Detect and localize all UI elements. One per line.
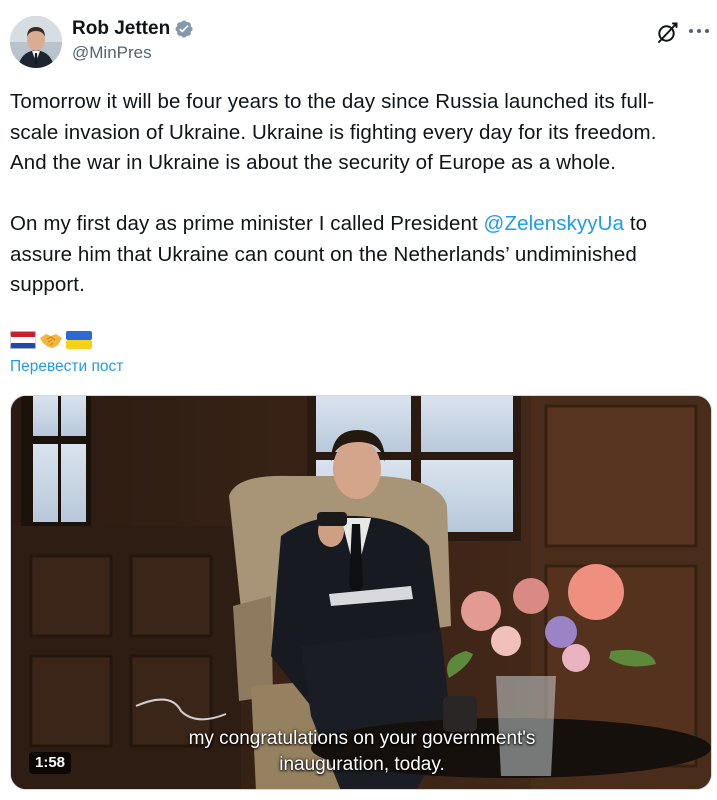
post-text-segment: to <box>624 212 648 235</box>
handshake-icon <box>40 334 62 348</box>
post-text-line: scale invasion of Ukraine. Ukraine is fi… <box>10 120 657 144</box>
grok-icon[interactable] <box>655 21 679 45</box>
video-duration-badge: 1:58 <box>29 752 72 774</box>
verified-badge-icon[interactable] <box>174 19 194 39</box>
author-handle[interactable]: @MinPres <box>72 42 194 64</box>
video-subtitle: my congratulations on your government's <box>188 728 536 749</box>
post-text-line: support. <box>10 273 85 296</box>
flag-ukraine-icon <box>66 331 92 349</box>
post-text-line: And the war in Ukraine is about the secu… <box>10 151 616 174</box>
video-player[interactable]: my congratulations on your government's … <box>10 395 712 790</box>
post-text-line: Tomorrow it will be four years to the da… <box>10 90 655 113</box>
video-subtitle: inauguration, today. <box>279 754 445 775</box>
author-name[interactable]: Rob Jetten <box>72 17 170 41</box>
avatar[interactable] <box>10 16 62 68</box>
mention-link[interactable]: @ZelenskyyUa <box>484 212 625 235</box>
emoji-row <box>10 330 92 350</box>
flag-netherlands-icon <box>10 331 36 349</box>
post-text-line: On my first day as prime minister I call… <box>10 209 700 240</box>
post-text: Tomorrow it will be four years to the da… <box>10 87 700 301</box>
post-text-line: assure him that Ukraine can count on the… <box>10 242 637 266</box>
more-options-icon[interactable] <box>686 20 712 42</box>
translate-post-link[interactable]: Перевести пост <box>10 358 123 376</box>
author-block: Rob Jetten @MinPres <box>72 17 194 64</box>
post-text-segment: On my first day as prime minister I call… <box>10 212 484 235</box>
